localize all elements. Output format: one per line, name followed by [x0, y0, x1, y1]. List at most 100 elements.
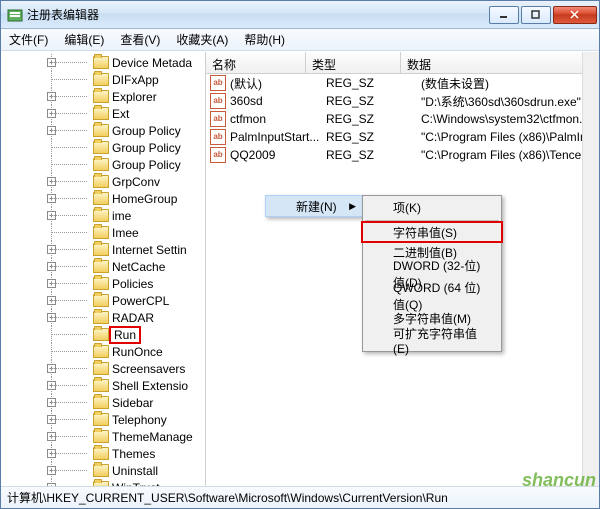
tree-node[interactable]: Group Policy	[1, 156, 205, 173]
expander-icon[interactable]: +	[47, 58, 56, 67]
tree-node[interactable]: +Telephony	[1, 411, 205, 428]
folder-icon	[93, 328, 109, 341]
list-header: 名称 类型 数据	[206, 52, 599, 74]
folder-icon	[93, 464, 109, 477]
col-name[interactable]: 名称	[206, 52, 306, 73]
tree-node[interactable]: +NetCache	[1, 258, 205, 275]
ctx2-item[interactable]: 可扩充字符串值(E)	[363, 329, 501, 351]
tree-node[interactable]: +Group Policy	[1, 122, 205, 139]
expander-icon[interactable]: +	[47, 466, 56, 475]
expander-icon[interactable]: +	[47, 415, 56, 424]
ctx2-item[interactable]: 字符串值(S)	[361, 221, 503, 243]
expander-icon[interactable]: +	[47, 262, 56, 271]
tree-node[interactable]: +Internet Settin	[1, 241, 205, 258]
statusbar: 计算机\HKEY_CURRENT_USER\Software\Microsoft…	[1, 486, 599, 508]
string-value-icon: ab	[210, 129, 226, 145]
folder-icon	[93, 260, 109, 273]
tree-label: Sidebar	[112, 396, 153, 410]
tree-node[interactable]: +Ext	[1, 105, 205, 122]
tree-node[interactable]: Group Policy	[1, 139, 205, 156]
tree-label: DIFxApp	[112, 73, 159, 87]
folder-icon	[93, 73, 109, 86]
titlebar[interactable]: 注册表编辑器	[1, 1, 599, 29]
expander-icon[interactable]: +	[47, 177, 56, 186]
expander-icon[interactable]: +	[47, 432, 56, 441]
expander-icon[interactable]: +	[47, 211, 56, 220]
ctx2-item[interactable]: QWORD (64 位)值(Q)	[363, 285, 501, 307]
tree-node[interactable]: +Uninstall	[1, 462, 205, 479]
tree-node[interactable]: +WinTrust	[1, 479, 205, 486]
tree-node[interactable]: +ThemeManage	[1, 428, 205, 445]
expander-icon[interactable]: +	[47, 109, 56, 118]
folder-icon	[93, 379, 109, 392]
tree-node[interactable]: RunOnce	[1, 343, 205, 360]
tree-node[interactable]: +RADAR	[1, 309, 205, 326]
tree-node[interactable]: +PowerCPL	[1, 292, 205, 309]
string-value-icon: ab	[210, 111, 226, 127]
tree-node[interactable]: Imee	[1, 224, 205, 241]
tree-label: Policies	[112, 277, 153, 291]
list-row[interactable]: abQQ2009REG_SZ"C:\Program Files (x86)\Te…	[206, 146, 599, 164]
scrollbar[interactable]	[582, 52, 599, 486]
expander-icon[interactable]: +	[47, 194, 56, 203]
context-menu-1[interactable]: 新建(N) ▶	[265, 195, 363, 217]
expander-icon[interactable]: +	[47, 279, 56, 288]
list-row[interactable]: abctfmonREG_SZC:\Windows\system32\ctfmon…	[206, 110, 599, 128]
folder-icon	[93, 226, 109, 239]
tree-node[interactable]: +Screensavers	[1, 360, 205, 377]
expander-icon[interactable]: +	[47, 296, 56, 305]
expander-icon[interactable]: +	[47, 126, 56, 135]
tree-node[interactable]: + Themes	[1, 445, 205, 462]
cell-data: (数值未设置)	[421, 75, 599, 92]
tree-node[interactable]: + Sidebar	[1, 394, 205, 411]
folder-icon	[93, 243, 109, 256]
string-value-icon: ab	[210, 93, 226, 109]
menu-file[interactable]: 文件(F)	[1, 28, 56, 51]
menu-favorites[interactable]: 收藏夹(A)	[168, 28, 236, 51]
list-row[interactable]: abPalmInputStart...REG_SZ"C:\Program Fil…	[206, 128, 599, 146]
expander-icon[interactable]: +	[47, 398, 56, 407]
tree-node[interactable]: +Explorer	[1, 88, 205, 105]
ctx-new[interactable]: 新建(N) ▶	[265, 195, 363, 217]
folder-icon	[93, 277, 109, 290]
cell-type: REG_SZ	[326, 130, 421, 144]
cell-name: QQ2009	[230, 148, 326, 162]
tree-node[interactable]: DIFxApp	[1, 71, 205, 88]
tree-node[interactable]: + Device Metada	[1, 54, 205, 71]
expander-icon[interactable]: +	[47, 449, 56, 458]
ctx2-item[interactable]: 项(K)	[363, 196, 501, 218]
list-row[interactable]: ab(默认)REG_SZ(数值未设置)	[206, 74, 599, 92]
tree-node[interactable]: +GrpConv	[1, 173, 205, 190]
tree-label: Themes	[112, 447, 155, 461]
list-row[interactable]: ab360sdREG_SZ"D:\系统\360sd\360sdrun.exe"	[206, 92, 599, 110]
context-menu-2[interactable]: 项(K)字符串值(S)二进制值(B)DWORD (32-位)值(D)QWORD …	[362, 195, 502, 352]
expander-icon[interactable]: +	[47, 364, 56, 373]
menu-view[interactable]: 查看(V)	[112, 28, 168, 51]
tree-node[interactable]: + Policies	[1, 275, 205, 292]
folder-icon	[93, 192, 109, 205]
tree-pane[interactable]: +Device MetadaDIFxApp+Explorer+Ext+Group…	[1, 52, 206, 486]
list-rows: ab(默认)REG_SZ(数值未设置)ab360sdREG_SZ"D:\系统\3…	[206, 74, 599, 164]
cell-type: REG_SZ	[326, 76, 421, 90]
tree-label: Run	[109, 326, 141, 344]
tree-node[interactable]: +ime	[1, 207, 205, 224]
col-type[interactable]: 类型	[306, 52, 401, 73]
tree-label: Device Metada	[112, 56, 192, 70]
tree-node[interactable]: +Shell Extensio	[1, 377, 205, 394]
cell-type: REG_SZ	[326, 148, 421, 162]
minimize-button[interactable]	[489, 6, 519, 24]
col-data[interactable]: 数据	[401, 52, 599, 73]
expander-icon[interactable]: +	[47, 92, 56, 101]
expander-icon[interactable]: +	[47, 245, 56, 254]
expander-icon[interactable]: +	[47, 313, 56, 322]
tree-node[interactable]: +HomeGroup	[1, 190, 205, 207]
menu-edit[interactable]: 编辑(E)	[56, 28, 112, 51]
menu-help[interactable]: 帮助(H)	[236, 28, 293, 51]
close-button[interactable]	[553, 6, 597, 24]
cell-data: "C:\Program Files (x86)\Tencent\QQ\Bi	[421, 148, 599, 162]
expander-icon[interactable]: +	[47, 483, 56, 486]
expander-icon[interactable]: +	[47, 381, 56, 390]
maximize-button[interactable]	[521, 6, 551, 24]
tree-node[interactable]: Run	[1, 326, 205, 343]
window-title: 注册表编辑器	[27, 6, 487, 23]
